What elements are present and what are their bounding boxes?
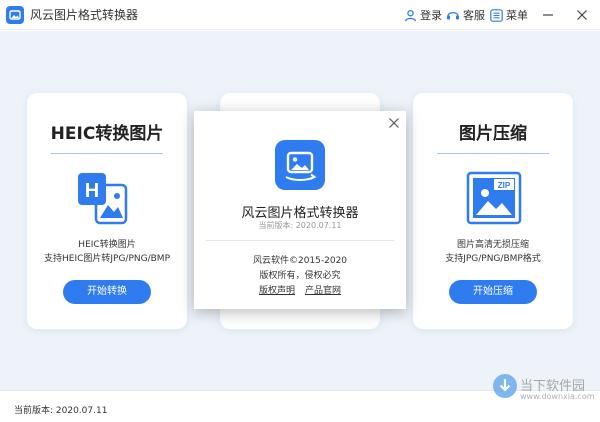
- dialog-close-icon[interactable]: [388, 117, 400, 129]
- service-label: 客服: [463, 9, 485, 22]
- menu-label: 菜单: [506, 9, 528, 22]
- heic-image-icon: H: [78, 173, 128, 225]
- heic-card-desc-line1: HEIC转换图片: [78, 240, 136, 250]
- license-link[interactable]: 版权声明: [259, 286, 295, 296]
- about-rights: 版权所有，侵权必究: [259, 271, 341, 281]
- app-title: 风云图片格式转换器: [30, 8, 139, 22]
- about-links: 版权声明 产品官网: [194, 283, 406, 296]
- about-app-name: 风云图片格式转换器: [241, 206, 359, 221]
- login-button[interactable]: 登录: [404, 7, 442, 23]
- about-divider: [206, 240, 394, 241]
- image-compress-card[interactable]: 图片压缩 ZIP 图片高清无损压缩 支持JPG/PNG/BMP格式 开始压缩: [413, 93, 573, 329]
- close-button[interactable]: [574, 7, 590, 23]
- service-button[interactable]: 客服: [446, 7, 485, 23]
- heic-icon-letter: H: [85, 180, 99, 202]
- about-copyright: 风云软件©2015-2020: [252, 256, 348, 266]
- heic-card-desc-line2: 支持HEIC图片转JPG/PNG/BMP: [43, 254, 170, 264]
- user-icon: [404, 9, 417, 21]
- compress-card-desc-line2: 支持JPG/PNG/BMP格式: [445, 254, 541, 264]
- compress-card-title: 图片压缩: [459, 124, 527, 144]
- watermark-logo-icon: [493, 374, 517, 398]
- official-site-link[interactable]: 产品官网: [305, 286, 341, 296]
- heic-card-divider: [51, 153, 163, 154]
- minimize-button[interactable]: [540, 7, 556, 23]
- close-icon: [577, 10, 587, 20]
- title-bar: 风云图片格式转换器 登录 客服 菜单: [0, 0, 600, 30]
- start-compress-button[interactable]: 开始压缩: [449, 280, 537, 304]
- zip-tag: ZIP: [498, 181, 511, 190]
- watermark-url: www.downxia.com: [520, 392, 595, 401]
- headset-icon: [447, 11, 459, 19]
- start-convert-button[interactable]: 开始转换: [63, 280, 151, 304]
- about-version: 当前版本: 2020.07.11: [258, 221, 342, 230]
- menu-button[interactable]: 菜单: [490, 7, 528, 23]
- status-version: 当前版本: 2020.07.11: [14, 406, 108, 416]
- app-logo-icon: [6, 6, 24, 24]
- about-dialog: 风云图片格式转换器 当前版本: 2020.07.11 风云软件©2015-202…: [194, 111, 406, 309]
- heic-convert-card[interactable]: HEIC转换图片 H HEIC转换图片 支持HEIC图片转JPG/PNG/BMP…: [27, 93, 187, 329]
- login-label: 登录: [420, 9, 442, 22]
- menu-icon: [490, 8, 503, 22]
- compress-card-desc-line1: 图片高清无损压缩: [456, 240, 529, 250]
- about-app-logo-icon: [275, 140, 325, 190]
- heic-card-title: HEIC转换图片: [50, 124, 164, 144]
- compress-card-divider: [437, 153, 549, 154]
- minimize-icon: [543, 14, 553, 16]
- zip-image-icon: ZIP: [466, 171, 522, 225]
